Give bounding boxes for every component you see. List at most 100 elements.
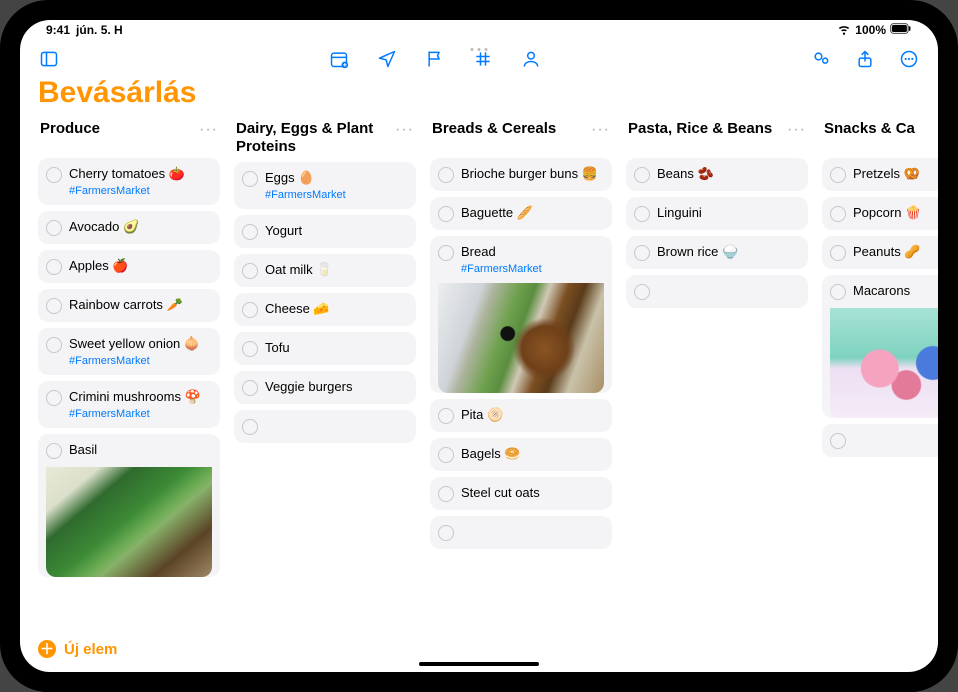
reminder-image[interactable]: [830, 308, 938, 418]
reminder-item[interactable]: Rainbow carrots 🥕: [38, 289, 220, 322]
reminder-item[interactable]: Tofu: [234, 332, 416, 365]
column: Snacks & Ca···Pretzels 🥨 Popcorn 🍿 Peanuts…: [822, 120, 938, 632]
column-more-button[interactable]: ···: [395, 120, 414, 139]
reminder-item[interactable]: Peanuts 🥜: [822, 236, 938, 269]
complete-checkbox[interactable]: [830, 167, 846, 183]
reminder-text: Peanuts 🥜: [853, 244, 938, 261]
reminder-item[interactable]: Yogurt: [234, 215, 416, 248]
reminder-item[interactable]: Sweet yellow onion 🧅#FarmersMarket: [38, 328, 220, 375]
reminder-item[interactable]: Basil: [38, 434, 220, 577]
complete-checkbox[interactable]: [438, 206, 454, 222]
reminder-tag[interactable]: #FarmersMarket: [69, 408, 212, 420]
reminder-text: Apples 🍎: [69, 258, 212, 275]
reminder-tag[interactable]: #FarmersMarket: [461, 263, 604, 275]
reminder-item[interactable]: Popcorn 🍿: [822, 197, 938, 230]
location-button[interactable]: [376, 48, 398, 70]
complete-checkbox[interactable]: [46, 390, 62, 406]
share-button[interactable]: [854, 48, 876, 70]
complete-checkbox[interactable]: [634, 167, 650, 183]
columns-board[interactable]: Produce···Cherry tomatoes 🍅#FarmersMarke…: [38, 120, 938, 672]
reminder-item-empty[interactable]: [626, 275, 808, 308]
complete-checkbox[interactable]: [438, 525, 454, 541]
reminder-item[interactable]: Eggs 🥚#FarmersMarket: [234, 162, 416, 209]
reminder-item[interactable]: Linguini: [626, 197, 808, 230]
home-indicator[interactable]: [419, 662, 539, 666]
tag-button[interactable]: [472, 48, 494, 70]
column-more-button[interactable]: ···: [787, 120, 806, 139]
reminder-item[interactable]: Veggie burgers: [234, 371, 416, 404]
assign-button[interactable]: [520, 48, 542, 70]
reminder-item[interactable]: Brioche burger buns 🍔: [430, 158, 612, 191]
reminder-body: Baguette 🥖: [461, 205, 604, 222]
reminder-item[interactable]: Oat milk 🥛: [234, 254, 416, 287]
reminder-item-empty[interactable]: [234, 410, 416, 443]
complete-checkbox[interactable]: [242, 380, 258, 396]
complete-checkbox[interactable]: [46, 443, 62, 459]
battery-icon: [890, 23, 912, 37]
complete-checkbox[interactable]: [438, 167, 454, 183]
reminder-text: Bread: [461, 244, 604, 261]
complete-checkbox[interactable]: [242, 302, 258, 318]
reminder-image[interactable]: [46, 467, 212, 577]
complete-checkbox[interactable]: [634, 284, 650, 300]
complete-checkbox[interactable]: [46, 259, 62, 275]
complete-checkbox[interactable]: [830, 245, 846, 261]
reminder-item-empty[interactable]: [430, 516, 612, 549]
column-more-button[interactable]: ···: [591, 120, 610, 139]
complete-checkbox[interactable]: [242, 263, 258, 279]
complete-checkbox[interactable]: [242, 419, 258, 435]
reminder-tag[interactable]: #FarmersMarket: [265, 189, 408, 201]
reminder-item[interactable]: Beans 🫘: [626, 158, 808, 191]
complete-checkbox[interactable]: [242, 224, 258, 240]
reminder-tag[interactable]: #FarmersMarket: [69, 355, 212, 367]
column-header: Snacks & Ca···: [822, 120, 938, 158]
complete-checkbox[interactable]: [242, 341, 258, 357]
complete-checkbox[interactable]: [438, 245, 454, 261]
reminder-item[interactable]: Avocado 🥑: [38, 211, 220, 244]
complete-checkbox[interactable]: [46, 298, 62, 314]
complete-checkbox[interactable]: [46, 220, 62, 236]
reminder-item[interactable]: Cheese 🧀: [234, 293, 416, 326]
reminder-body: Popcorn 🍿: [853, 205, 938, 222]
calendar-button[interactable]: [328, 48, 350, 70]
complete-checkbox[interactable]: [438, 486, 454, 502]
status-battery: 100%: [855, 23, 886, 37]
column-more-button[interactable]: ···: [199, 120, 218, 139]
reminder-item[interactable]: Apples 🍎: [38, 250, 220, 283]
reminder-item[interactable]: Pita 🫓: [430, 399, 612, 432]
reminder-image[interactable]: [438, 283, 604, 393]
reminder-item[interactable]: Crimini mushrooms 🍄#FarmersMarket: [38, 381, 220, 428]
complete-checkbox[interactable]: [438, 447, 454, 463]
complete-checkbox[interactable]: [46, 337, 62, 353]
complete-checkbox[interactable]: [46, 167, 62, 183]
complete-checkbox[interactable]: [830, 433, 846, 449]
complete-checkbox[interactable]: [242, 171, 258, 187]
complete-checkbox[interactable]: [830, 206, 846, 222]
reminder-text: Baguette 🥖: [461, 205, 604, 222]
reminder-item[interactable]: Bread #FarmersMarket: [430, 236, 612, 393]
reminder-tag[interactable]: #FarmersMarket: [69, 185, 212, 197]
complete-checkbox[interactable]: [634, 245, 650, 261]
reminder-item[interactable]: Cherry tomatoes 🍅#FarmersMarket: [38, 158, 220, 205]
reminder-item[interactable]: Brown rice 🍚: [626, 236, 808, 269]
list-title: Bevásárlás: [38, 74, 938, 120]
reminder-item[interactable]: Bagels 🥯: [430, 438, 612, 471]
complete-checkbox[interactable]: [438, 408, 454, 424]
collaborate-button[interactable]: [810, 48, 832, 70]
reminder-body: Basil: [69, 442, 212, 459]
reminder-item[interactable]: Steel cut oats: [430, 477, 612, 510]
flag-button[interactable]: [424, 48, 446, 70]
new-item-button[interactable]: ＋ Új elem: [38, 640, 117, 658]
reminder-item[interactable]: Baguette 🥖: [430, 197, 612, 230]
reminder-item[interactable]: Pretzels 🥨: [822, 158, 938, 191]
reminder-body: Brioche burger buns 🍔: [461, 166, 604, 183]
complete-checkbox[interactable]: [634, 206, 650, 222]
complete-checkbox[interactable]: [830, 284, 846, 300]
reminder-body: Macarons: [853, 283, 938, 300]
more-button[interactable]: [898, 48, 920, 70]
reminder-body: Bagels 🥯: [461, 446, 604, 463]
reminder-item-empty[interactable]: [822, 424, 938, 457]
multitasking-dots-icon[interactable]: [471, 48, 488, 51]
reminder-item[interactable]: Macarons: [822, 275, 938, 418]
sidebar-toggle-button[interactable]: [38, 48, 60, 70]
